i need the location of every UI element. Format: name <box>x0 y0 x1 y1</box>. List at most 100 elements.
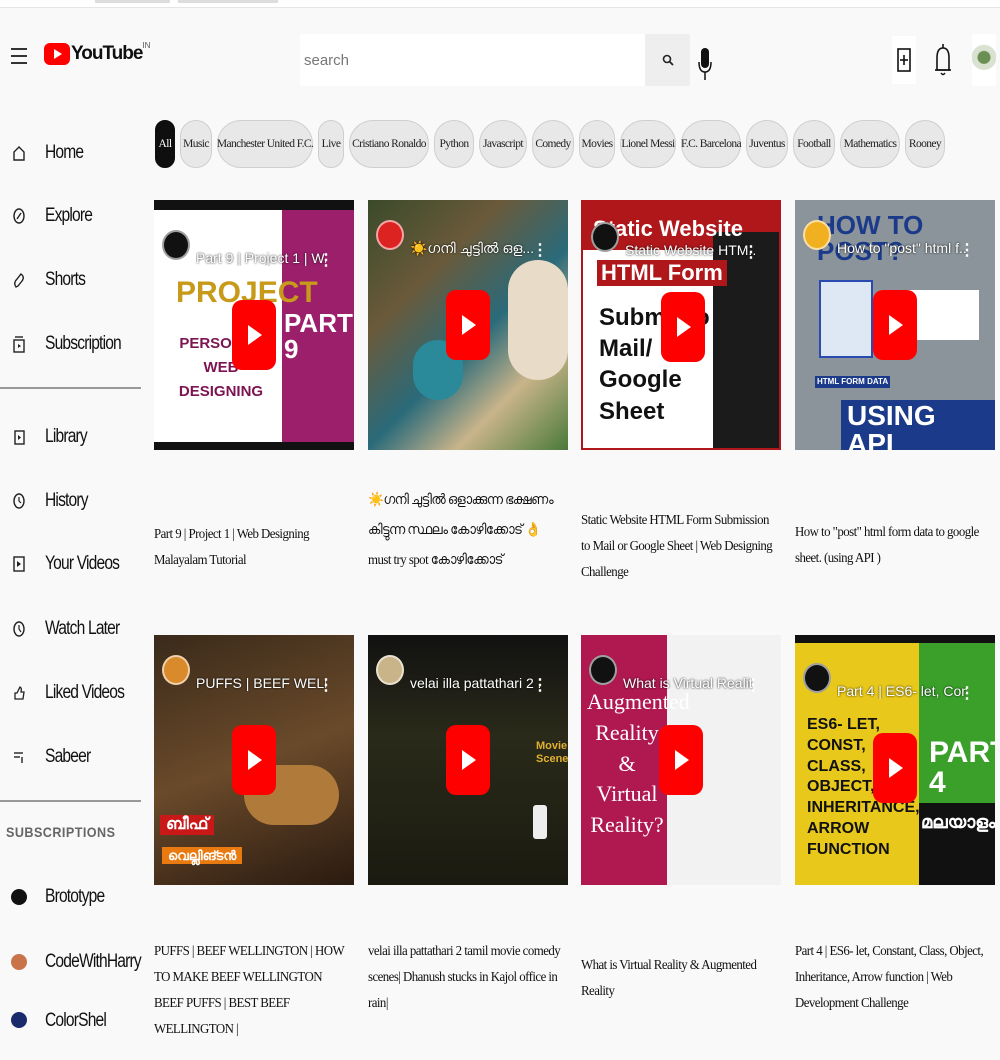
video-thumbnail[interactable]: HOW TO POST? HTML FORM DATA USING API Ho… <box>795 200 995 450</box>
chip-football[interactable]: Football <box>793 120 835 168</box>
video-title[interactable]: Static Website HTML Form Submission to M… <box>581 508 779 586</box>
chip-javascript[interactable]: Javascript <box>479 120 527 168</box>
sidebar-item-history[interactable]: History <box>0 481 140 521</box>
more-options-icon[interactable]: ⋮ <box>745 675 761 695</box>
chip-cristiano-ronaldo[interactable]: Cristiano Ronaldo <box>349 120 429 168</box>
chip-lionel-messi[interactable]: Lionel Messi <box>620 120 676 168</box>
video-title[interactable]: ☀️ഗനി ചുട്ടിൽ ഒളാക്കുന്ന ഭക്ഷണം കിട്ടുന്… <box>368 486 566 576</box>
video-thumbnail[interactable]: Augmented Reality & Virtual Reality? Wha… <box>581 635 781 885</box>
sidebar-item-liked-videos[interactable]: Liked Videos <box>0 673 140 713</box>
compass-icon <box>12 207 26 225</box>
video-title[interactable]: Part 9 | Project 1 | Web Designing Malay… <box>154 522 352 574</box>
video-card[interactable]: HOW TO POST? HTML FORM DATA USING API Ho… <box>795 200 995 572</box>
play-button-icon[interactable] <box>446 290 490 360</box>
video-thumbnail[interactable]: PROJECT PERSONAL WEB DESIGNING PART 9 Pa… <box>154 200 354 450</box>
overlay-title: What is Virtual Realit... <box>623 675 753 691</box>
channel-avatar <box>11 889 27 905</box>
notifications-button[interactable] <box>930 36 956 84</box>
chip-mathematics[interactable]: Mathematics <box>840 120 900 168</box>
sidebar-item-label: Explore <box>45 205 93 226</box>
chip-rooney[interactable]: Rooney <box>905 120 945 168</box>
search-bar <box>300 34 690 86</box>
youtube-logo[interactable]: YouTube IN <box>44 37 150 71</box>
video-card[interactable]: ☀️ഗനി ചുട്ടിൽ ഒള... ⋮ ☀️ഗനി ചുട്ടിൽ ഒളാക… <box>368 200 568 576</box>
play-button-icon[interactable] <box>446 725 490 795</box>
chip-fc-barcelona[interactable]: F.C. Barcelona <box>681 120 742 168</box>
channel-avatar <box>803 220 831 250</box>
sidebar-item-sabeer[interactable]: Sabeer <box>0 737 140 777</box>
thumbs-up-icon <box>12 684 26 702</box>
video-thumbnail[interactable]: ബീഫ് വെല്ലിങ്ടൻ PUFFS | BEEF WELLI... ⋮ <box>154 635 354 885</box>
chip-comedy[interactable]: Comedy <box>532 120 574 168</box>
chip-music[interactable]: Music <box>180 120 212 168</box>
overlay-title: How to "post" html f... <box>837 240 967 256</box>
more-options-icon[interactable]: ⋮ <box>318 250 334 270</box>
video-card[interactable]: ബീഫ് വെല്ലിങ്ടൻ PUFFS | BEEF WELLI... ⋮ … <box>154 635 354 1043</box>
video-card[interactable]: Augmented Reality & Virtual Reality? Wha… <box>581 635 781 1005</box>
play-button-icon[interactable] <box>232 300 276 370</box>
video-title[interactable]: How to "post" html form data to google s… <box>795 520 993 572</box>
more-options-icon[interactable]: ⋮ <box>743 242 759 262</box>
sidebar-item-label: History <box>45 490 89 511</box>
video-thumbnail[interactable]: ☀️ഗനി ചുട്ടിൽ ഒള... ⋮ <box>368 200 568 450</box>
video-card[interactable]: PROJECT PERSONAL WEB DESIGNING PART 9 Pa… <box>154 200 354 574</box>
search-button[interactable] <box>645 34 690 86</box>
hamburger-menu-icon[interactable] <box>11 48 27 64</box>
more-options-icon[interactable]: ⋮ <box>532 240 548 260</box>
sidebar-item-label: Shorts <box>45 269 86 290</box>
subscription-item-colorshel[interactable]: ColorShel <box>0 1002 140 1028</box>
subscription-item-brototype[interactable]: Brototype <box>0 877 140 917</box>
subscription-item-codewithharry[interactable]: CodeWithHarry <box>0 942 142 982</box>
video-card[interactable]: Static Website HTML Form Submit to Mail/… <box>581 200 781 586</box>
create-button[interactable] <box>892 36 916 84</box>
sidebar-item-watch-later[interactable]: Watch Later <box>0 609 140 649</box>
more-options-icon[interactable]: ⋮ <box>959 683 975 703</box>
video-thumbnail[interactable]: Movie Scenes velai illa pattathari 2 ...… <box>368 635 568 885</box>
overlay-title: velai illa pattathari 2 ... <box>410 675 540 691</box>
play-button-icon[interactable] <box>873 733 917 803</box>
subscriptions-heading: SUBSCRIPTIONS <box>6 824 116 840</box>
video-thumbnail[interactable]: Static Website HTML Form Submit to Mail/… <box>581 200 781 450</box>
overlay-title: PUFFS | BEEF WELLI... <box>196 675 326 691</box>
playlist-icon <box>12 748 26 766</box>
chip-all[interactable]: All <box>155 120 175 168</box>
video-thumbnail[interactable]: ES6- LET, CONST, CLASS, OBJECT, INHERITA… <box>795 635 995 885</box>
video-title[interactable]: velai illa pattathari 2 tamil movie come… <box>368 939 566 1017</box>
chip-manchester-united[interactable]: Manchester United F.C. <box>217 120 314 168</box>
search-input[interactable] <box>300 34 645 86</box>
channel-avatar <box>162 230 190 260</box>
more-options-icon[interactable]: ⋮ <box>959 240 975 260</box>
video-card[interactable]: Movie Scenes velai illa pattathari 2 ...… <box>368 635 568 1017</box>
bell-icon <box>935 44 951 76</box>
chip-juventus[interactable]: Juventus <box>746 120 788 168</box>
sidebar-item-subscription[interactable]: Subscription <box>0 324 140 364</box>
sidebar-item-label: Sabeer <box>45 746 91 767</box>
sidebar-item-label: Library <box>45 426 88 447</box>
thumbnail-text: ബീഫ് <box>160 815 215 835</box>
play-button-icon[interactable] <box>873 290 917 360</box>
play-button-icon[interactable] <box>661 292 705 362</box>
sidebar-item-home[interactable]: Home <box>0 133 140 173</box>
channel-avatar <box>162 655 190 685</box>
browser-top-strip <box>0 0 1000 8</box>
more-options-icon[interactable]: ⋮ <box>532 675 548 695</box>
video-title[interactable]: PUFFS | BEEF WELLINGTON | HOW TO MAKE BE… <box>154 939 352 1043</box>
play-button-icon[interactable] <box>659 725 703 795</box>
chip-live[interactable]: Live <box>318 120 344 168</box>
sidebar-item-explore[interactable]: Explore <box>0 196 140 236</box>
sidebar-item-your-videos[interactable]: Your Videos <box>0 544 140 584</box>
mic-button[interactable] <box>697 40 713 84</box>
sidebar-item-shorts[interactable]: Shorts <box>0 260 140 300</box>
chip-movies[interactable]: Movies <box>579 120 615 168</box>
video-card[interactable]: ES6- LET, CONST, CLASS, OBJECT, INHERITA… <box>795 635 995 1017</box>
play-button-icon[interactable] <box>232 725 276 795</box>
chip-python[interactable]: Python <box>434 120 474 168</box>
channel-avatar <box>376 220 404 250</box>
account-avatar[interactable] <box>972 34 996 86</box>
sidebar-item-library[interactable]: Library <box>0 417 140 457</box>
more-options-icon[interactable]: ⋮ <box>318 675 334 695</box>
subscriptions-icon <box>12 335 26 353</box>
mic-icon <box>698 48 712 80</box>
video-title[interactable]: What is Virtual Reality & Augmented Real… <box>581 953 779 1005</box>
video-title[interactable]: Part 4 | ES6- let, Constant, Class, Obje… <box>795 939 993 1017</box>
